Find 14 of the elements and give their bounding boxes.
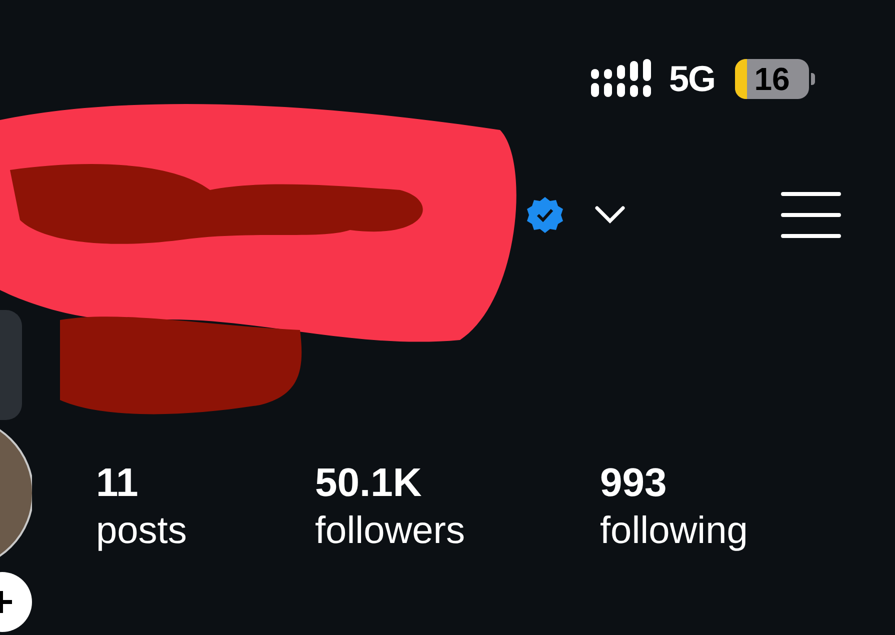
add-icon[interactable] <box>0 572 32 632</box>
verified-badge-icon <box>525 195 565 235</box>
battery-cap-icon <box>811 73 815 85</box>
signal-icon <box>590 59 651 99</box>
stat-label: following <box>600 509 748 554</box>
network-label: 5G <box>668 58 715 100</box>
stat-label: posts <box>96 509 188 554</box>
stat-label: followers <box>315 509 466 554</box>
stat-count: 11 <box>96 460 140 507</box>
stat-count: 993 <box>600 460 668 507</box>
menu-icon[interactable] <box>781 191 841 239</box>
chevron-down-icon[interactable] <box>595 206 625 224</box>
battery-indicator: 16 <box>735 59 809 99</box>
stat-count: 50.1K <box>315 460 423 507</box>
